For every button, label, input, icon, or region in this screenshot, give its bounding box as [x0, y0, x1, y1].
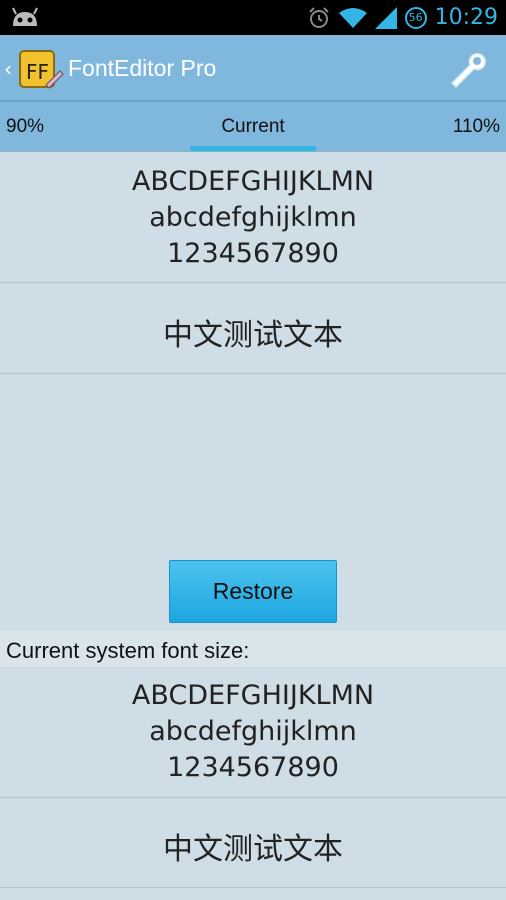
action-bar: ‹ FF FontEditor Pro: [0, 35, 506, 102]
preview-lowercase: abcdefghijklmn: [149, 202, 357, 233]
system-uppercase: ABCDEFGHIJKLMN: [131, 680, 375, 711]
wifi-icon: [338, 7, 367, 28]
tab-110-percent[interactable]: 110%: [453, 102, 500, 152]
preview-digits: 1234567890: [167, 238, 339, 269]
preview-uppercase: ABCDEFGHIJKLMN: [131, 166, 375, 197]
size-tabs: 90% Current 110%: [0, 102, 506, 152]
preview-latin-sample: ABCDEFGHIJKLMN abcdefghijklmn 1234567890: [0, 164, 506, 272]
alarm-icon: [308, 6, 329, 28]
clock: 10:29: [434, 5, 498, 30]
tab-indicator: [190, 146, 316, 151]
status-bar: 56 10:29: [0, 0, 506, 35]
divider: [0, 797, 506, 798]
system-cjk: 中文测试文本: [163, 832, 343, 867]
system-font-size-header: Current system font size:: [0, 631, 506, 667]
restore-button[interactable]: Restore: [169, 560, 337, 623]
logo-text: FF: [26, 60, 49, 84]
wrench-settings-icon[interactable]: [448, 49, 488, 89]
up-caret-icon[interactable]: ‹: [4, 57, 12, 81]
divider: [0, 373, 506, 374]
preview-cjk: 中文测试文本: [163, 318, 343, 353]
divider: [0, 282, 506, 283]
android-icon: [12, 7, 38, 26]
system-latin-sample: ABCDEFGHIJKLMN abcdefghijklmn 1234567890: [0, 678, 506, 786]
divider: [0, 887, 506, 888]
app-title: FontEditor Pro: [68, 55, 217, 81]
app-logo-icon[interactable]: FF: [16, 45, 64, 93]
signal-icon: [374, 6, 397, 29]
system-lowercase: abcdefghijklmn: [149, 716, 357, 747]
battery-level-badge: 56: [404, 6, 427, 29]
system-digits: 1234567890: [167, 752, 339, 783]
tab-current[interactable]: Current: [0, 102, 506, 152]
